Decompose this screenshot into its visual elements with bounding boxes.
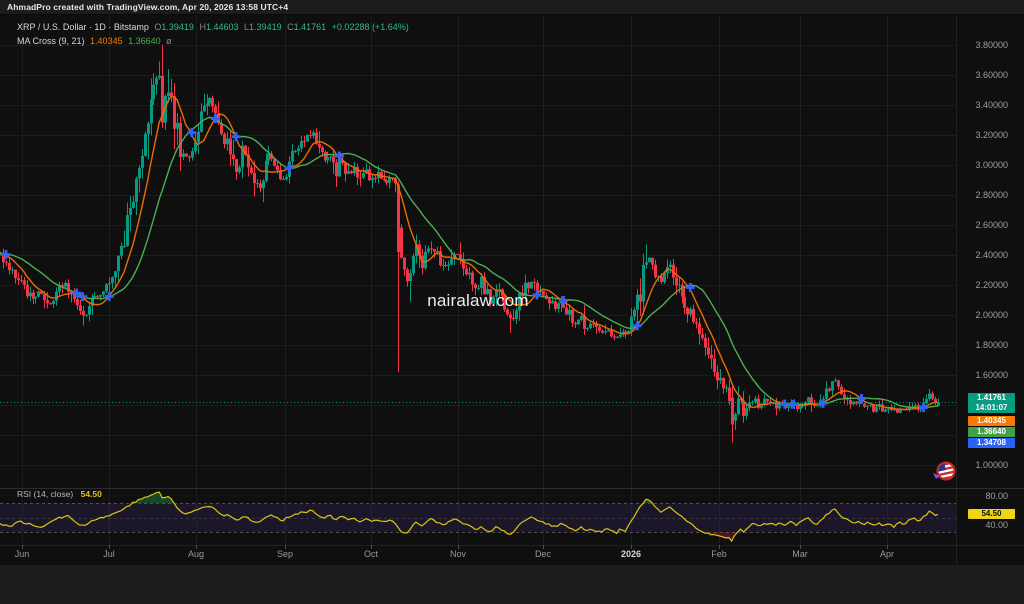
- ma-cross-legend-row: MA Cross (9, 21) 1.40345 1.36640 ø: [17, 36, 175, 46]
- price-tick-label: 3.60000: [948, 70, 1008, 80]
- footer-bar: TradingView: [0, 565, 1024, 604]
- ma-fast-value: 1.40345: [90, 36, 123, 46]
- close-value: 1.41761: [294, 22, 327, 32]
- time-tick-label: Mar: [770, 549, 830, 559]
- flag-cursor-icon: [931, 459, 957, 483]
- price-tick-label: 2.20000: [948, 280, 1008, 290]
- bar-countdown: 14:01:07: [968, 403, 1015, 413]
- low-value: 1.39419: [249, 22, 282, 32]
- price-tick-label: 3.40000: [948, 100, 1008, 110]
- rsi-value-tag: 54.50: [968, 509, 1015, 519]
- high-value: 1.44603: [206, 22, 239, 32]
- price-tick-label: 1.60000: [948, 370, 1008, 380]
- high-label: H: [199, 22, 206, 32]
- price-tick-label: 2.60000: [948, 220, 1008, 230]
- ma-slow-price-tag: 1.36640: [968, 427, 1015, 437]
- time-tick-label: Nov: [428, 549, 488, 559]
- last-price-value: 1.41761: [968, 393, 1015, 403]
- time-tick-label: Jul: [79, 549, 139, 559]
- time-tick-label: Apr: [857, 549, 917, 559]
- tradingview-chart-window: AhmadPro created with TradingView.com, A…: [0, 0, 1024, 604]
- time-tick-label: 2026: [601, 549, 661, 559]
- ma-cross-title[interactable]: MA Cross (9, 21): [17, 36, 85, 46]
- time-tick-label: Dec: [513, 549, 573, 559]
- rsi-tick-label: 40.00: [948, 520, 1008, 530]
- time-tick-label: Oct: [341, 549, 401, 559]
- price-tick-label: 2.80000: [948, 190, 1008, 200]
- ma-fast-price-tag: 1.40345: [968, 416, 1015, 426]
- ma-slow-value: 1.36640: [128, 36, 161, 46]
- price-tick-label: 1.80000: [948, 340, 1008, 350]
- rsi-value: 54.50: [81, 489, 102, 499]
- time-tick-label: Feb: [689, 549, 749, 559]
- price-tick-label: 3.00000: [948, 160, 1008, 170]
- change-value: +0.02288 (+1.64%): [332, 22, 409, 32]
- attribution-bar: AhmadPro created with TradingView.com, A…: [0, 0, 1024, 15]
- symbol-title[interactable]: XRP / U.S. Dollar · 1D · Bitstamp: [17, 22, 149, 32]
- rsi-title[interactable]: RSI (14, close): [17, 489, 73, 499]
- price-tick-label: 1.00000: [948, 460, 1008, 470]
- price-tick-label: 3.20000: [948, 130, 1008, 140]
- price-tick-label: 2.40000: [948, 250, 1008, 260]
- rsi-tick-label: 80.00: [948, 491, 1008, 501]
- price-tick-label: 2.00000: [948, 310, 1008, 320]
- last-price-tag: 1.41761 14:01:07: [968, 393, 1015, 413]
- price-tick-label: 3.80000: [948, 40, 1008, 50]
- rsi-legend-row: RSI (14, close) 54.50: [17, 489, 102, 499]
- time-tick-label: Jun: [0, 549, 52, 559]
- attribution-text: AhmadPro created with TradingView.com, A…: [7, 2, 288, 12]
- extra-price-tag: 1.34708: [968, 438, 1015, 448]
- symbol-legend-row: XRP / U.S. Dollar · 1D · Bitstamp O1.394…: [17, 22, 412, 32]
- time-tick-label: Aug: [166, 549, 226, 559]
- close-label: C: [287, 22, 294, 32]
- legend-more-icon[interactable]: ø: [166, 36, 172, 46]
- open-value: 1.39419: [161, 22, 194, 32]
- site-watermark: nairalaw.com: [0, 291, 956, 311]
- time-tick-label: Sep: [255, 549, 315, 559]
